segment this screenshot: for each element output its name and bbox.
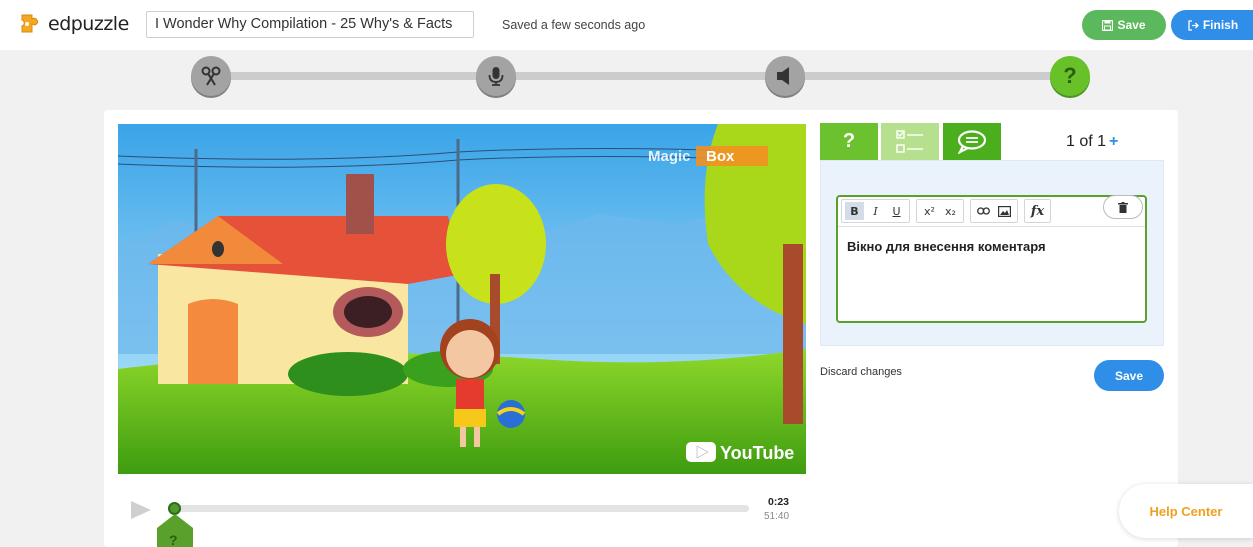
finish-button[interactable]: Finish [1171, 10, 1253, 40]
editor-toolbar: B I U x² x₂ fx [841, 199, 1051, 223]
top-header: edpuzzle I Wonder Why Compilation - 25 W… [0, 0, 1253, 50]
speech-bubble-icon [957, 129, 987, 154]
formula-button[interactable]: fx [1028, 202, 1047, 220]
link-icon [977, 207, 990, 215]
play-button[interactable] [130, 500, 152, 525]
current-time: 0:23 [768, 496, 790, 508]
add-question-button[interactable]: + [1109, 133, 1118, 150]
finish-button-label: Finish [1202, 18, 1239, 32]
italic-button[interactable]: I [866, 202, 885, 220]
bold-button[interactable]: B [845, 202, 864, 220]
help-center-button[interactable]: Help Center [1119, 484, 1253, 538]
script-group: x² x₂ [916, 199, 964, 223]
question-marker-label: ? [169, 532, 178, 547]
image-button[interactable] [995, 202, 1014, 220]
tab-comment[interactable] [943, 123, 1001, 160]
floppy-disk-icon [1102, 19, 1114, 31]
question-counter-text: 1 of 1 [1066, 133, 1107, 150]
progress-bar[interactable] [172, 505, 749, 512]
trash-icon [1118, 201, 1128, 213]
step-voiceover[interactable] [476, 56, 516, 96]
sign-out-icon [1188, 19, 1199, 31]
save-button[interactable]: Save [1082, 10, 1166, 40]
step-audio-notes[interactable] [765, 56, 805, 96]
subscript-button[interactable]: x₂ [941, 202, 960, 220]
link-button[interactable] [974, 202, 993, 220]
superscript-button[interactable]: x² [920, 202, 939, 220]
tab-open-question[interactable]: ? [820, 123, 878, 160]
edpuzzle-logo[interactable]: edpuzzle [18, 12, 129, 36]
question-icon: ? [1063, 63, 1077, 88]
checklist-icon [896, 129, 923, 153]
total-time: 51:40 [764, 511, 790, 522]
save-status: Saved a few seconds ago [502, 18, 646, 32]
discard-changes-link[interactable]: Discard changes [820, 366, 902, 378]
youtube-watermark: YouTube [720, 443, 794, 463]
question-marker[interactable]: ? [157, 514, 193, 547]
speaker-icon [777, 67, 789, 85]
delete-button[interactable] [1103, 195, 1143, 219]
svg-text:Box: Box [706, 148, 735, 165]
step-cut[interactable] [191, 56, 231, 96]
video-title-input[interactable]: I Wonder Why Compilation - 25 Why's & Fa… [146, 11, 474, 38]
open-question-icon: ? [842, 130, 856, 152]
image-icon [998, 205, 1011, 217]
magic-box-watermark: Magic [648, 148, 691, 165]
question-counter: 1 of 1 + [1066, 133, 1118, 151]
video-player[interactable]: Magic Box YouTube [118, 124, 806, 474]
edit-steps-track [212, 72, 1072, 80]
underline-button[interactable]: U [887, 202, 906, 220]
insert-group [970, 199, 1018, 223]
text-style-group: B I U [841, 199, 910, 223]
logo-text: edpuzzle [48, 13, 129, 35]
microphone-icon [488, 67, 504, 86]
play-icon [131, 501, 151, 519]
comment-text[interactable]: Вікно для внесення коментаря [847, 239, 1046, 254]
step-questions[interactable]: ? [1050, 56, 1090, 96]
scissors-icon [201, 66, 221, 86]
formula-group: fx [1024, 199, 1051, 223]
save-button-label: Save [1117, 18, 1146, 32]
video-frame: Magic Box YouTube [118, 124, 806, 474]
puzzle-logo-icon [21, 14, 39, 33]
save-comment-button[interactable]: Save [1094, 360, 1164, 391]
toolbar-divider [838, 226, 1145, 227]
tab-multiple-choice[interactable] [881, 123, 939, 160]
